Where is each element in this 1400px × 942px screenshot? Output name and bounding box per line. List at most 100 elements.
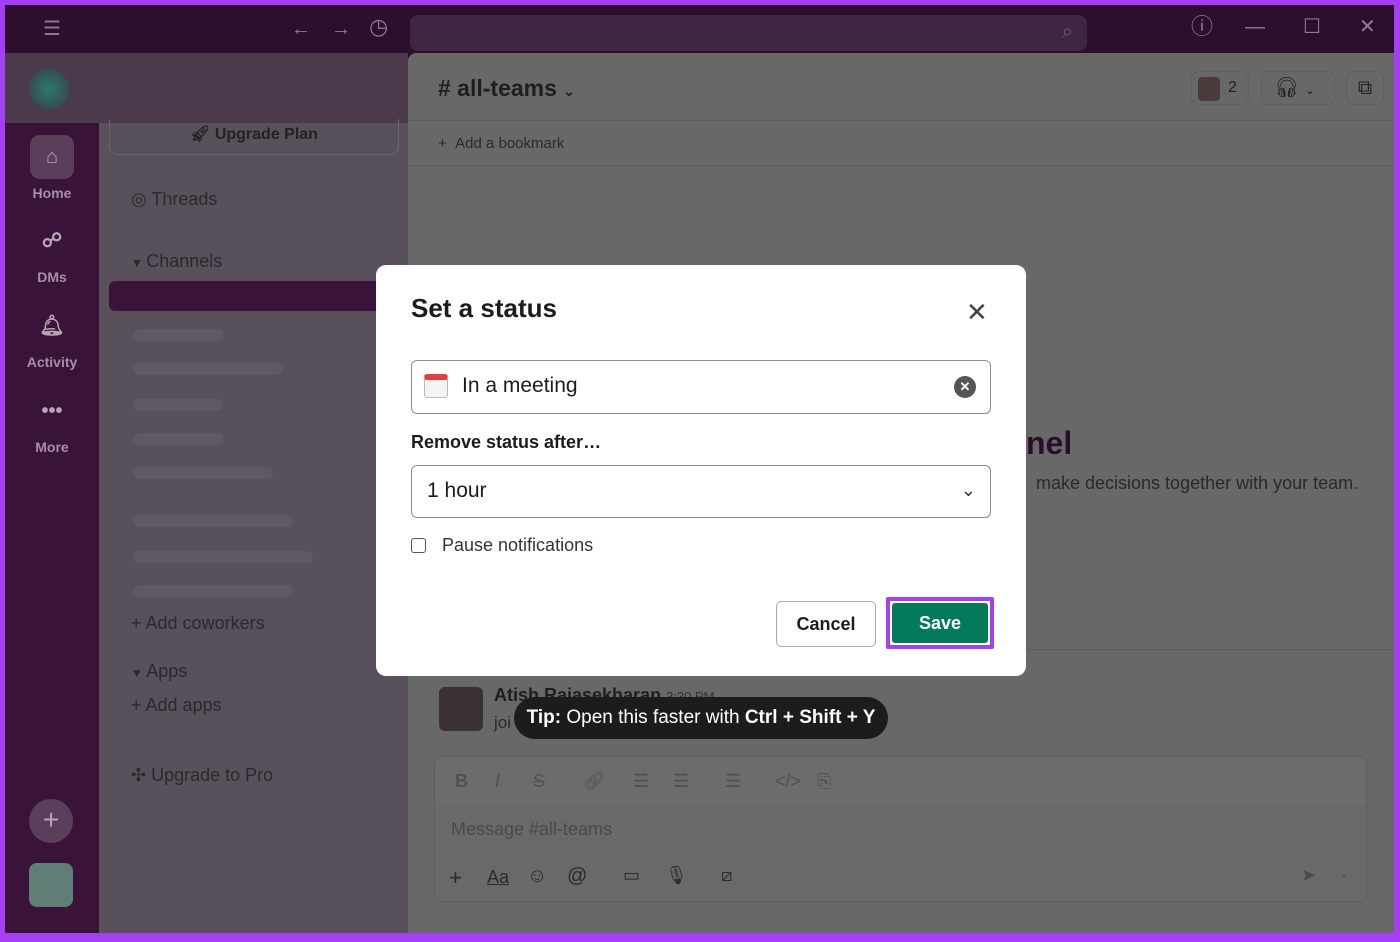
- microphone-icon[interactable]: 🎙︎: [665, 865, 688, 886]
- upgrade-plan-button[interactable]: 🚀︎ Upgrade Plan: [109, 119, 399, 155]
- search-input[interactable]: ⌕: [410, 15, 1087, 51]
- strikethrough-icon[interactable]: S: [533, 771, 545, 792]
- caret-down-icon: ▼: [131, 666, 147, 680]
- title-bar: ☰ ← → ◷ ⌕ ⓘ — ☐ ✕: [5, 5, 1394, 53]
- label: Threads: [151, 189, 218, 209]
- upgrade-plan-label: Upgrade Plan: [214, 126, 318, 143]
- sidebar-item-threads[interactable]: ◎ Threads: [131, 189, 217, 210]
- apps-section[interactable]: ▼ Apps: [131, 661, 187, 682]
- chevron-down-icon: ⌄: [960, 480, 976, 500]
- label: Apps: [146, 661, 188, 681]
- message-composer: B I S 🔗︎ ☰ ☰ ☰ </> ⎘ Message #all-teams …: [434, 756, 1367, 902]
- cancel-button[interactable]: Cancel: [776, 601, 876, 647]
- plus-icon[interactable]: +: [449, 865, 462, 891]
- send-icon[interactable]: ➤: [1301, 865, 1316, 886]
- bold-icon[interactable]: B: [455, 771, 468, 792]
- slack-logo-icon: ✣: [131, 765, 152, 785]
- label: Add coworkers: [145, 613, 265, 633]
- dms-icon: ☍: [41, 230, 63, 252]
- calendar-icon: [424, 374, 448, 398]
- add-workspace-button[interactable]: +: [29, 799, 73, 843]
- add-coworkers[interactable]: + Add coworkers: [131, 613, 265, 634]
- ordered-list-icon[interactable]: ☰: [633, 771, 649, 792]
- sidebar-item-active-channel[interactable]: [109, 281, 399, 311]
- remove-after-label: Remove status after…: [411, 432, 602, 452]
- member-count: 2: [1228, 79, 1237, 96]
- video-icon[interactable]: ▭: [623, 865, 640, 886]
- bell-icon: 🔔︎: [39, 315, 65, 337]
- status-input[interactable]: In a meeting ✕: [411, 360, 991, 414]
- chevron-down-icon: ⌄: [563, 83, 576, 99]
- label: Add apps: [145, 695, 222, 715]
- format-toolbar: B I S 🔗︎ ☰ ☰ ☰ </> ⎘: [435, 757, 1366, 805]
- shortcut-tooltip: Tip: Open this faster with Ctrl + Shift …: [514, 697, 888, 739]
- channel-intro-desc: make decisions together with your team.: [1036, 473, 1359, 493]
- chevron-down-icon[interactable]: ⌄: [1339, 867, 1349, 881]
- close-icon[interactable]: ✕: [966, 297, 988, 328]
- rail-dms[interactable]: ☍ DMs: [5, 219, 99, 285]
- code-icon[interactable]: </>: [775, 771, 801, 792]
- bullet-list-icon[interactable]: ☰: [673, 771, 689, 792]
- channel-name: # all-teams: [438, 75, 557, 101]
- message-input[interactable]: Message #all-teams: [451, 819, 612, 840]
- link-icon[interactable]: 🔗︎: [583, 771, 606, 792]
- minimize-icon[interactable]: —: [1245, 17, 1265, 37]
- format-toggle[interactable]: Aa: [487, 867, 509, 888]
- channels-section[interactable]: ▼ Channels: [131, 251, 222, 272]
- message-text: joi: [494, 713, 512, 732]
- rail-label: More: [35, 439, 69, 455]
- upgrade-to-pro[interactable]: ✣ Upgrade to Pro: [131, 765, 273, 786]
- emoji-icon[interactable]: ☺: [527, 865, 547, 888]
- clock-icon[interactable]: ◷: [369, 16, 388, 38]
- channel-intro-title: nel: [1026, 425, 1073, 461]
- arrow-left-icon[interactable]: ←: [291, 19, 311, 39]
- arrow-right-icon[interactable]: →: [331, 19, 351, 39]
- members-button[interactable]: 2: [1191, 71, 1249, 105]
- save-button[interactable]: Save: [892, 603, 988, 643]
- pause-notifications-label[interactable]: Pause notifications: [442, 535, 593, 556]
- rail-label: Home: [32, 185, 72, 201]
- close-window-icon[interactable]: ✕: [1359, 17, 1376, 37]
- workspace-header[interactable]: [5, 53, 408, 123]
- add-bookmark[interactable]: + Add a bookmark: [438, 135, 564, 152]
- channel-title[interactable]: # all-teams ⌄: [438, 75, 575, 102]
- label: Upgrade to Pro: [151, 765, 274, 785]
- rail-more[interactable]: ••• More: [5, 389, 99, 455]
- rail-label: DMs: [37, 269, 67, 285]
- plus-icon: +: [131, 613, 146, 633]
- italic-icon[interactable]: I: [495, 771, 500, 792]
- pause-notifications-checkbox[interactable]: [411, 538, 426, 553]
- tip-text: Open this faster with: [561, 707, 745, 728]
- code-block-icon[interactable]: ⎘: [817, 771, 831, 792]
- message-avatar[interactable]: [439, 687, 483, 731]
- dialog-title: Set a status: [411, 293, 557, 323]
- canvas-icon[interactable]: ⧉: [1346, 71, 1384, 105]
- home-icon: ⌂: [30, 135, 74, 179]
- blockquote-icon[interactable]: ☰: [725, 771, 741, 792]
- hamburger-icon[interactable]: ☰: [43, 19, 61, 39]
- set-status-dialog: Set a status ✕ In a meeting ✕ Remove sta…: [376, 265, 1026, 676]
- status-value: In a meeting: [462, 374, 578, 397]
- clear-icon[interactable]: ✕: [954, 376, 976, 398]
- tip-prefix: Tip:: [526, 707, 562, 728]
- member-avatar: [1198, 77, 1220, 101]
- chevron-down-icon: ⌄: [1304, 83, 1316, 97]
- more-icon: •••: [41, 400, 63, 422]
- slash-command-icon[interactable]: ⧄: [721, 865, 732, 886]
- mention-icon[interactable]: @: [567, 865, 587, 888]
- question-icon[interactable]: ⓘ: [1191, 16, 1213, 38]
- rail-home[interactable]: ⌂ Home: [5, 135, 99, 201]
- maximize-icon[interactable]: ☐: [1303, 17, 1321, 37]
- add-apps[interactable]: + Add apps: [131, 695, 222, 716]
- duration-select[interactable]: 1 hour ⌄: [411, 465, 991, 518]
- search-icon: ⌕: [1061, 21, 1073, 43]
- avatar[interactable]: [29, 863, 73, 907]
- threads-icon: ◎: [131, 189, 152, 209]
- label: Add a bookmark: [455, 135, 565, 152]
- save-highlight: Save: [886, 597, 994, 649]
- headphones-icon: 🎧︎: [1274, 77, 1300, 99]
- huddle-button[interactable]: 🎧︎ ⌄: [1261, 71, 1335, 105]
- rocket-icon: 🚀︎: [190, 126, 215, 143]
- rail-activity[interactable]: 🔔︎ Activity: [5, 304, 99, 370]
- caret-down-icon: ▼: [131, 256, 147, 270]
